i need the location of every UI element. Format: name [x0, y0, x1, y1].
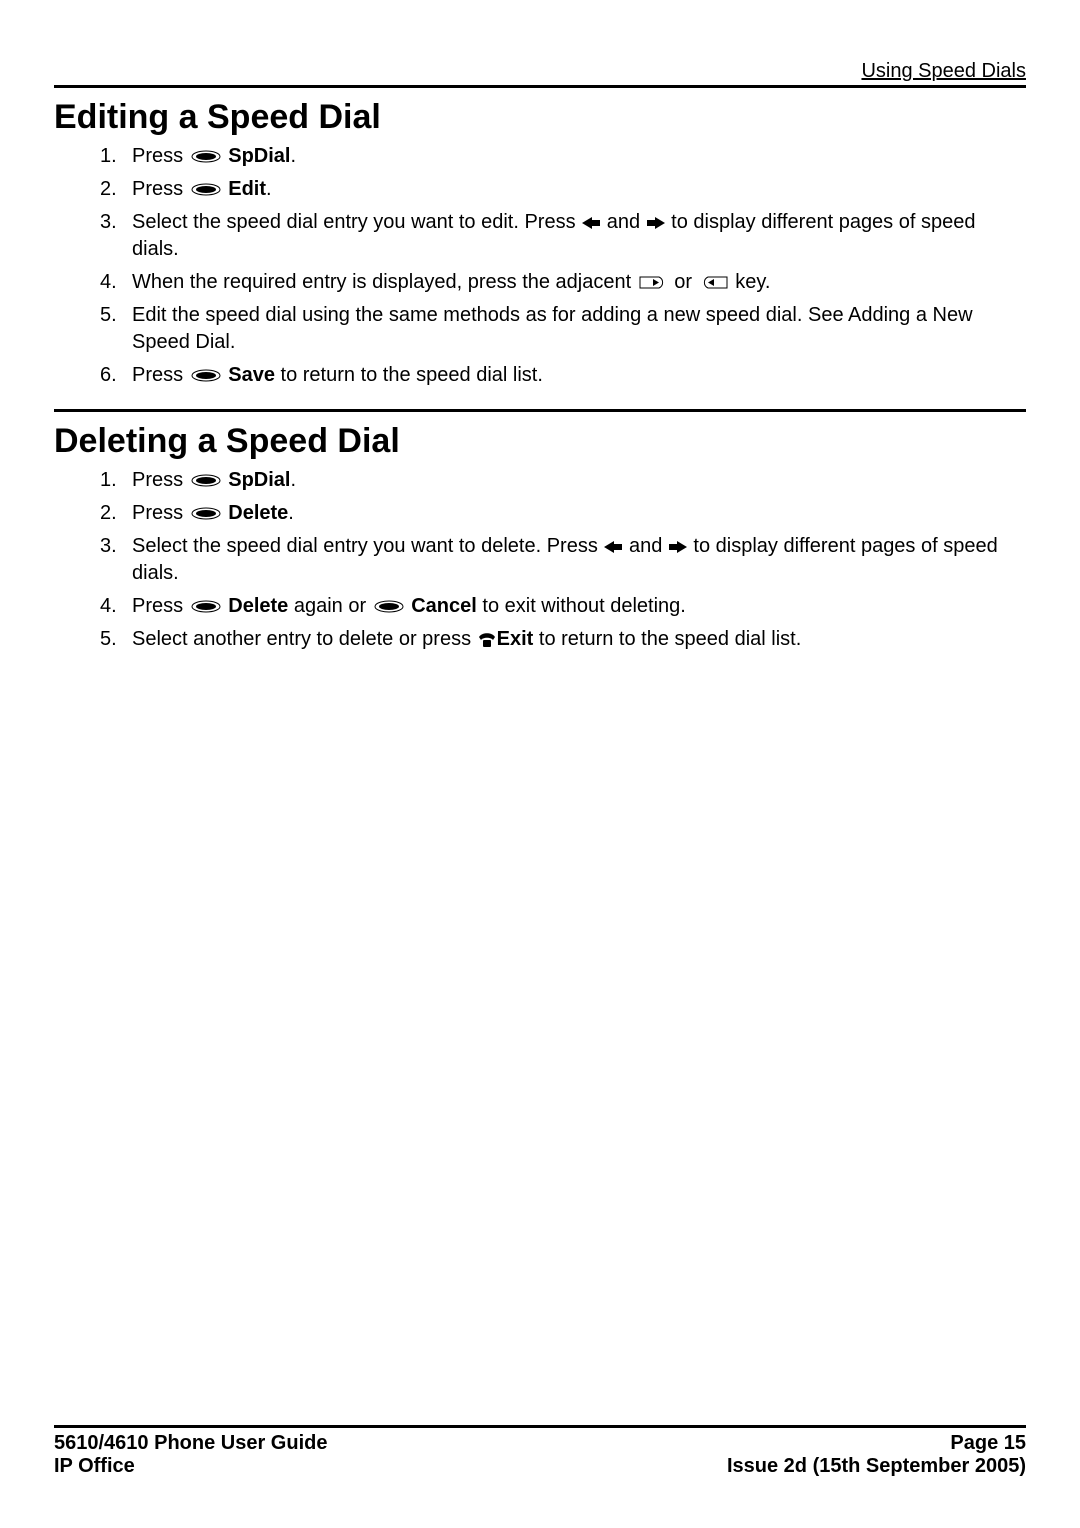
list-item: Press Edit.: [54, 176, 1026, 203]
step-text: Edit the speed dial using the same metho…: [132, 304, 973, 353]
list-item: When the required entry is displayed, pr…: [54, 269, 1026, 296]
step-text: or: [669, 271, 698, 293]
softkey-icon: [191, 507, 221, 520]
list-item: Edit the speed dial using the same metho…: [54, 302, 1026, 356]
step-bold: Edit: [228, 178, 266, 200]
step-bold: Cancel: [411, 595, 477, 617]
deleting-title: Deleting a Speed Dial: [54, 422, 1026, 461]
phone-icon: [478, 632, 496, 648]
left-arrow-icon: [582, 217, 600, 229]
main-content: Editing a Speed Dial Press SpDial. Press…: [54, 88, 1026, 1425]
right-arrow-icon: [647, 217, 665, 229]
page-footer: 5610/4610 Phone User Guide IP Office Pag…: [54, 1425, 1026, 1478]
right-arrow-icon: [669, 541, 687, 553]
list-item: Press Delete.: [54, 500, 1026, 527]
step-bold: SpDial: [228, 469, 290, 491]
list-item: Select the speed dial entry you want to …: [54, 209, 1026, 263]
list-item: Press SpDial.: [54, 467, 1026, 494]
step-text: Press: [132, 364, 189, 386]
step-text: Press: [132, 595, 189, 617]
list-item: Press SpDial.: [54, 143, 1026, 170]
editing-title: Editing a Speed Dial: [54, 98, 1026, 137]
step-text: and: [601, 211, 645, 233]
step-text: Select the speed dial entry you want to …: [132, 211, 581, 233]
page-header: Using Speed Dials: [54, 60, 1026, 88]
list-item: Select another entry to delete or press …: [54, 626, 1026, 653]
step-text: When the required entry is displayed, pr…: [132, 271, 637, 293]
softkey-icon: [374, 600, 404, 613]
softkey-icon: [191, 150, 221, 163]
footer-issue: Issue 2d (15th September 2005): [727, 1455, 1026, 1478]
step-text: Press: [132, 178, 189, 200]
step-text: and: [623, 535, 667, 557]
left-key-icon: [700, 276, 728, 289]
step-text: to return to the speed dial list.: [533, 628, 801, 650]
right-key-icon: [639, 276, 667, 289]
step-bold: Save: [228, 364, 275, 386]
footer-guide-name: 5610/4610 Phone User Guide: [54, 1432, 327, 1455]
step-bold: SpDial: [228, 145, 290, 167]
step-text: .: [291, 469, 297, 491]
step-bold: Delete: [228, 595, 288, 617]
step-text: Select the speed dial entry you want to …: [132, 535, 603, 557]
list-item: Press Save to return to the speed dial l…: [54, 362, 1026, 389]
step-bold: Delete: [228, 502, 288, 524]
left-arrow-icon: [604, 541, 622, 553]
softkey-icon: [191, 474, 221, 487]
step-text: key.: [730, 271, 771, 293]
step-text: .: [291, 145, 297, 167]
step-text: to exit without deleting.: [477, 595, 686, 617]
step-bold: Exit: [497, 628, 534, 650]
list-item: Press Delete again or Cancel to exit wit…: [54, 593, 1026, 620]
softkey-icon: [191, 183, 221, 196]
footer-product: IP Office: [54, 1455, 327, 1478]
step-text: Press: [132, 469, 189, 491]
step-text: .: [266, 178, 272, 200]
step-text: Press: [132, 145, 189, 167]
softkey-icon: [191, 369, 221, 382]
step-text: Press: [132, 502, 189, 524]
list-item: Select the speed dial entry you want to …: [54, 533, 1026, 587]
editing-steps: Press SpDial. Press Edit. Select the spe…: [54, 143, 1026, 389]
step-text: Select another entry to delete or press: [132, 628, 477, 650]
section-divider: [54, 409, 1026, 412]
footer-page-number: Page 15: [727, 1432, 1026, 1455]
deleting-steps: Press SpDial. Press Delete. Select the s…: [54, 467, 1026, 653]
step-text: to return to the speed dial list.: [275, 364, 543, 386]
softkey-icon: [191, 600, 221, 613]
step-text: again or: [288, 595, 371, 617]
step-text: .: [288, 502, 294, 524]
